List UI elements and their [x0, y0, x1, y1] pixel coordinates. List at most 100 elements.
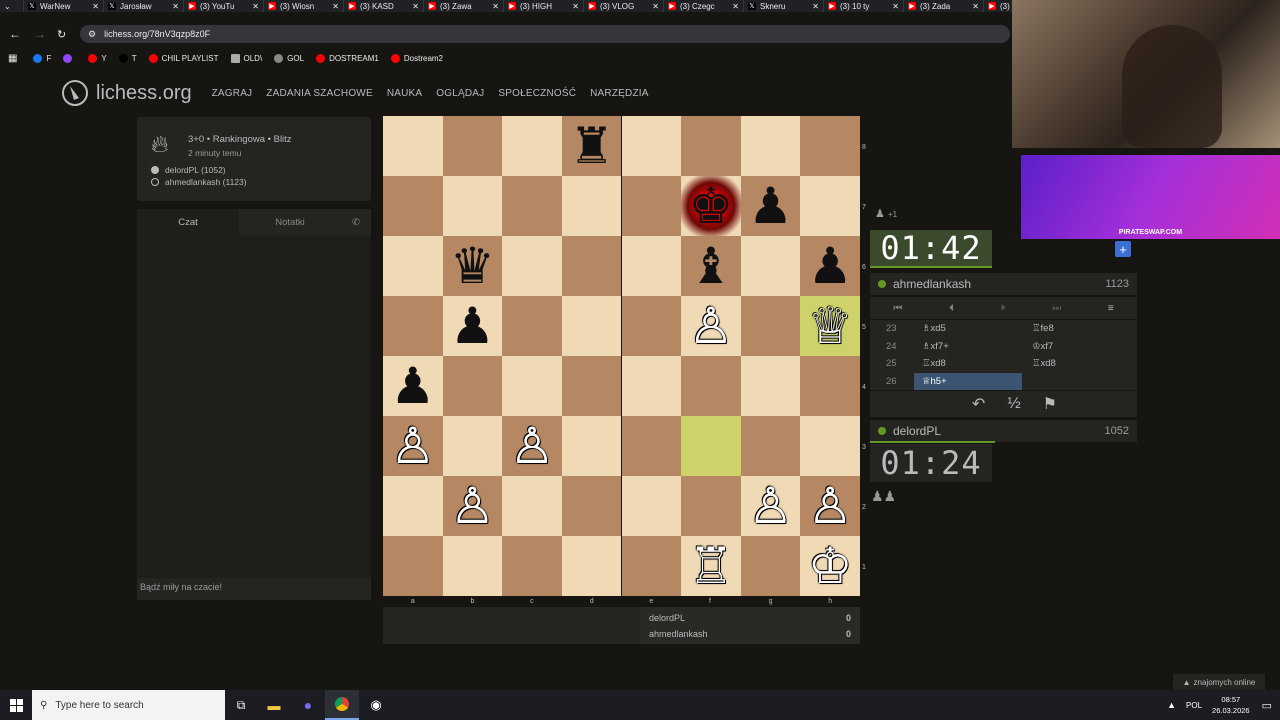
chess-board[interactable]: ♜ ♚ ♟ ♛ ♝ ♟ ♟ ♙ ♕ ♟ ♙ ♙ ♙ ♙ ♙ ♖ ♔ — [383, 116, 860, 596]
lichess-logo-icon[interactable] — [60, 78, 90, 108]
chrome-icon[interactable] — [325, 690, 359, 720]
site-logo[interactable]: lichess.org — [96, 82, 192, 105]
square-g1[interactable] — [740, 536, 801, 596]
bookmark[interactable]: OLD\ — [230, 53, 262, 63]
square-a8[interactable] — [383, 116, 443, 176]
close-tab-icon[interactable]: ✕ — [572, 2, 579, 11]
nav-watch[interactable]: OGLĄDAJ — [436, 88, 484, 99]
square-e4[interactable] — [621, 356, 682, 416]
white-pawn-piece[interactable]: ♙ — [450, 481, 495, 531]
black-bishop-piece[interactable]: ♝ — [689, 241, 734, 291]
bookmark[interactable]: CHIL PLAYLIST — [148, 53, 219, 63]
site-info-icon[interactable]: ⚙ — [88, 29, 96, 40]
black-player-link[interactable]: ahmedlankash (1123) — [165, 177, 247, 187]
white-pawn-piece[interactable]: ♙ — [808, 481, 853, 531]
square-b4[interactable] — [442, 356, 503, 416]
close-tab-icon[interactable]: ✕ — [252, 2, 259, 11]
black-move[interactable]: ♔xf7 — [1022, 341, 1053, 352]
white-move[interactable]: ♕h5+ — [914, 372, 1022, 390]
square-h8[interactable] — [800, 116, 860, 176]
square-a3[interactable]: ♙ — [383, 416, 443, 476]
square-e3[interactable] — [621, 416, 682, 476]
tab-notes[interactable]: Notatki — [239, 209, 341, 235]
white-player-link[interactable]: delordPL (1052) — [165, 165, 226, 175]
player-name[interactable]: delordPL — [893, 424, 1105, 438]
close-tab-icon[interactable]: ✕ — [172, 2, 179, 11]
close-tab-icon[interactable]: ✕ — [732, 2, 739, 11]
square-e2[interactable] — [621, 476, 682, 536]
square-c2[interactable] — [502, 476, 562, 536]
keyboard-language[interactable]: POL — [1186, 701, 1202, 710]
browser-tab[interactable]: ▶ (3) Czegc ✕ — [664, 0, 744, 12]
square-b3[interactable] — [442, 416, 503, 476]
bookmark[interactable]: T — [118, 53, 137, 63]
app-icon[interactable]: ● — [291, 697, 325, 713]
tab-search-button[interactable]: ⌄ — [0, 0, 24, 12]
nav-learn[interactable]: NAUKA — [387, 88, 422, 99]
first-move-icon[interactable]: ⏮ — [893, 303, 902, 314]
phone-icon[interactable]: ✆ — [341, 209, 371, 235]
notification-icon[interactable]: ▭ — [1262, 699, 1272, 712]
bookmark[interactable]: DOSTREAM1 — [316, 53, 379, 63]
square-b8[interactable] — [442, 116, 503, 176]
square-b7[interactable] — [442, 176, 503, 236]
square-b5[interactable]: ♟ — [442, 296, 503, 356]
black-pawn-piece[interactable]: ♟ — [390, 361, 435, 411]
browser-tab[interactable]: ▶ (3) 10 ty ✕ — [824, 0, 904, 12]
square-e6[interactable] — [621, 236, 682, 296]
browser-tab[interactable]: ▶ (3) Zada ✕ — [904, 0, 984, 12]
nav-play[interactable]: ZAGRAJ — [212, 88, 253, 99]
close-tab-icon[interactable]: ✕ — [412, 2, 419, 11]
square-f2[interactable] — [681, 476, 741, 536]
next-move-icon[interactable]: ⏵ — [1001, 303, 1006, 314]
square-a4[interactable]: ♟ — [383, 356, 443, 416]
square-d7[interactable] — [561, 176, 622, 236]
square-c8[interactable] — [502, 116, 562, 176]
black-pawn-piece[interactable]: ♟ — [450, 301, 495, 351]
square-d8[interactable]: ♜ — [561, 116, 622, 176]
black-king-piece[interactable]: ♚ — [689, 181, 734, 231]
black-queen-piece[interactable]: ♛ — [450, 241, 495, 291]
square-g3[interactable] — [740, 416, 801, 476]
square-d4[interactable] — [561, 356, 622, 416]
browser-tab[interactable]: ▶ (3) HIGH ✕ — [504, 0, 584, 12]
close-tab-icon[interactable]: ✕ — [92, 2, 99, 11]
black-pawn-piece[interactable]: ♟ — [748, 181, 793, 231]
square-g8[interactable] — [740, 116, 801, 176]
square-d1[interactable] — [561, 536, 622, 596]
close-tab-icon[interactable]: ✕ — [972, 2, 979, 11]
nav-puzzles[interactable]: ZADANIA SZACHOWE — [266, 88, 373, 99]
close-tab-icon[interactable]: ✕ — [892, 2, 899, 11]
square-g2[interactable]: ♙ — [740, 476, 801, 536]
black-move[interactable]: ♖xd8 — [1022, 358, 1056, 369]
square-g4[interactable] — [740, 356, 801, 416]
square-g7[interactable]: ♟ — [740, 176, 801, 236]
white-queen-piece[interactable]: ♕ — [808, 301, 853, 351]
friends-online-box[interactable]: ▲ znajomych online — [1173, 674, 1265, 690]
square-f6[interactable]: ♝ — [681, 236, 741, 296]
square-f7[interactable]: ♚ — [681, 176, 741, 236]
nav-tools[interactable]: NARZĘDZIA — [590, 88, 648, 99]
square-e1[interactable] — [621, 536, 682, 596]
plus-icon[interactable]: + — [1115, 241, 1131, 257]
white-pawn-piece[interactable]: ♙ — [390, 421, 435, 471]
square-h7[interactable] — [800, 176, 860, 236]
square-b1[interactable] — [442, 536, 503, 596]
square-c7[interactable] — [502, 176, 562, 236]
apps-icon[interactable]: ▦ — [8, 53, 17, 64]
square-f8[interactable] — [681, 116, 741, 176]
bookmark[interactable]: GOL — [274, 53, 304, 63]
square-a7[interactable] — [383, 176, 443, 236]
clock-area[interactable]: 08:57 26.03.2026 — [1212, 694, 1250, 716]
reload-icon[interactable]: ↻ — [57, 28, 66, 41]
square-c4[interactable] — [502, 356, 562, 416]
white-pawn-piece[interactable]: ♙ — [689, 301, 734, 351]
resign-flag-icon[interactable]: ⚑ — [1043, 394, 1057, 414]
square-c1[interactable] — [502, 536, 562, 596]
tray-chevron-icon[interactable]: ▲ — [1167, 700, 1176, 710]
white-move[interactable]: ♗xd5 — [914, 320, 1022, 338]
square-h5[interactable]: ♕ — [800, 296, 860, 356]
tab-chat[interactable]: Czat — [137, 209, 239, 235]
browser-tab[interactable]: ▶ (3) YouTu ✕ — [184, 0, 264, 12]
browser-tab[interactable]: ▶ (3) Zawa ✕ — [424, 0, 504, 12]
